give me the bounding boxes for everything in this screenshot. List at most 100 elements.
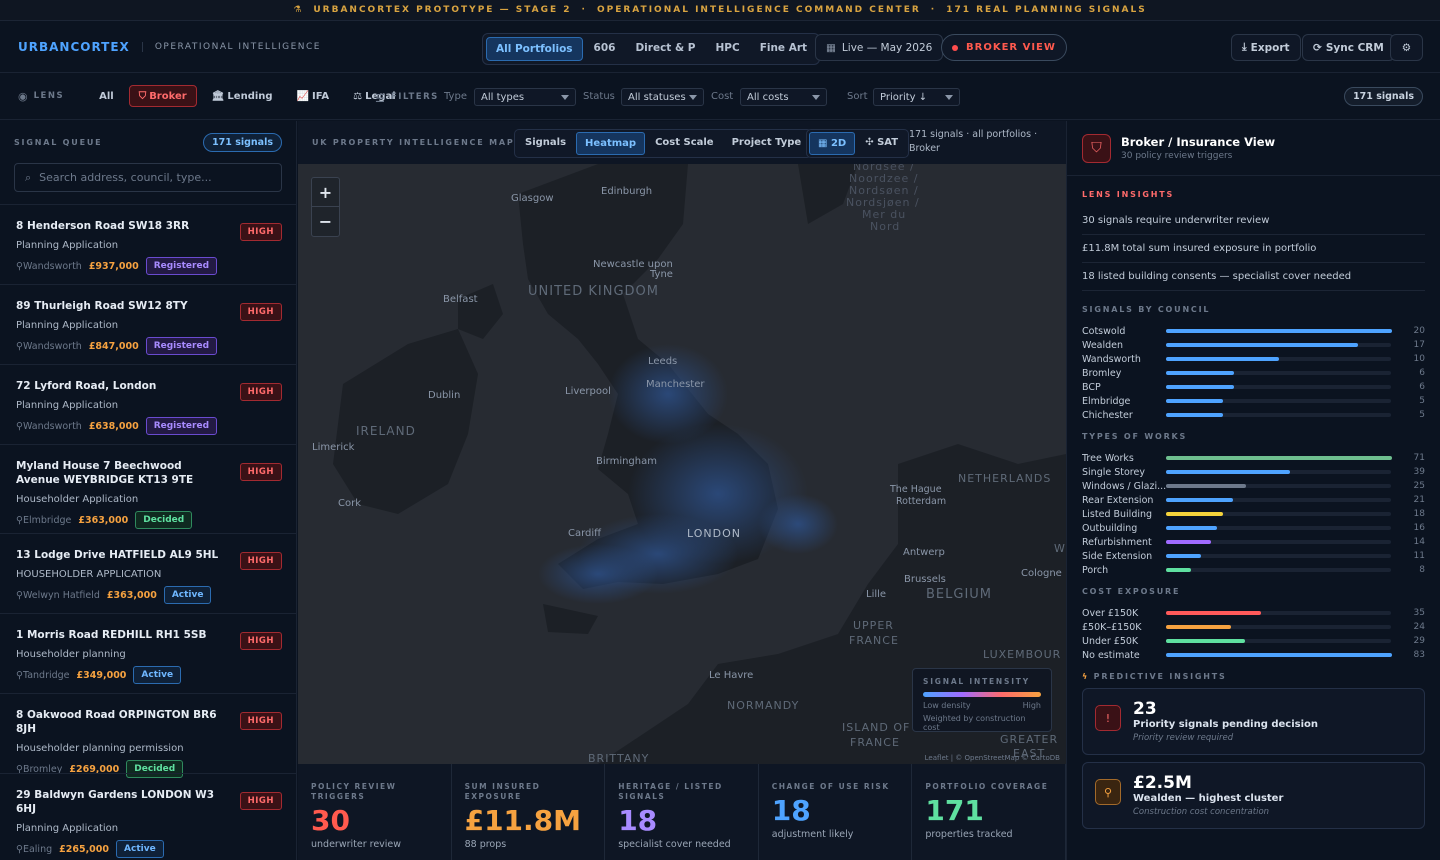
bar-label: Porch <box>1082 564 1109 576</box>
stat-label: CHANGE OF USE RISK <box>771 782 890 791</box>
calendar-icon: ▦ <box>826 41 836 54</box>
map-view-toggle: ▦ 2D ✣ SAT <box>806 129 910 158</box>
map-label-newcastle2: Tyne <box>650 269 673 280</box>
broker-view-badge[interactable]: BROKER VIEW <box>941 34 1067 61</box>
map-label-limerick: Limerick <box>312 442 355 453</box>
sync-crm-button[interactable]: ⟳ Sync CRM <box>1302 34 1395 61</box>
scales-icon: ⚖ <box>353 90 363 102</box>
live-date-selector[interactable]: ▦ Live — May 2026 <box>815 34 944 61</box>
tab-direct-p[interactable]: Direct & P <box>626 37 704 61</box>
map-mode-heatmap[interactable]: Heatmap <box>576 132 646 155</box>
item-type: Planning Application <box>16 240 119 251</box>
map-info-line1: 171 signals · all portfolios · <box>909 129 1038 140</box>
bar-track <box>1165 540 1392 544</box>
priority-badge: HIGH <box>239 303 282 321</box>
view-sat-button[interactable]: ✣ SAT <box>857 132 906 155</box>
map-info-line2: Broker <box>909 143 940 154</box>
bar-count: 8 <box>1419 565 1425 575</box>
type-filter-select[interactable]: All types <box>474 88 576 106</box>
map-label-brussels: Brussels <box>904 574 946 585</box>
bar-label: Windows / Glazi... <box>1082 480 1166 492</box>
map-attribution[interactable]: Leaflet | © OpenStreetMap © CartoDB <box>925 754 1060 762</box>
search-icon: ⌕ <box>25 170 32 184</box>
legend-gradient <box>923 692 1041 697</box>
map-label-glasgow: Glasgow <box>511 193 554 204</box>
bar-track <box>1165 653 1392 657</box>
insight-card[interactable]: ! 23 Priority signals pending decision Prio… <box>1082 688 1425 755</box>
lens-all[interactable]: All <box>90 85 123 107</box>
list-item[interactable]: 1 Morris Road REDHILL RH1 5SB HIGH Househo… <box>0 613 296 693</box>
bar-count: 6 <box>1419 368 1425 378</box>
insight-card[interactable]: ⚲ £2.5M Wealden — highest cluster Construct… <box>1082 762 1425 829</box>
view-sat-label: SAT <box>877 137 899 148</box>
list-item[interactable]: 72 Lyford Road, London HIGH Planning Appli… <box>0 364 296 444</box>
priority-badge: HIGH <box>239 383 282 401</box>
bar-count: 16 <box>1413 523 1425 533</box>
item-price: £265,000 <box>59 843 110 855</box>
banner-part2: OPERATIONAL INTELLIGENCE COMMAND CENTER <box>596 5 921 15</box>
item-address: 89 Thurleigh Road SW12 8TY <box>16 300 188 312</box>
list-item[interactable]: Myland House 7 Beechwood Avenue WEYBRIDG… <box>0 444 296 533</box>
settings-button[interactable]: ⚙ <box>1390 34 1423 61</box>
bar-count: 35 <box>1413 608 1425 618</box>
bar-row: Bromley 6 <box>1082 366 1425 380</box>
item-type: Householder planning permission <box>16 743 184 754</box>
bar-row: Porch 8 <box>1082 563 1425 577</box>
status-badge: Active <box>133 666 182 684</box>
panel-title: Broker / Insurance View <box>1121 135 1276 149</box>
map-mode-project-type[interactable]: Project Type <box>724 132 810 155</box>
lens-ifa[interactable]: 📈 IFA <box>288 85 339 107</box>
tab-fine-art[interactable]: Fine Art <box>751 37 816 61</box>
tab-all-portfolios[interactable]: All Portfolios <box>486 37 583 61</box>
list-item[interactable]: 13 Lodge Drive HATFIELD AL9 5HL HIGH HOUSE… <box>0 533 296 613</box>
bar-row: Side Extension 11 <box>1082 549 1425 563</box>
tab-606[interactable]: 606 <box>585 37 625 61</box>
lens-broker[interactable]: ⛉ Broker <box>128 85 197 107</box>
lens-ifa-label: IFA <box>312 90 330 102</box>
zoom-in-button[interactable]: + <box>312 178 339 207</box>
bar-count: 5 <box>1419 396 1425 406</box>
uk-map[interactable]: Edinburgh Glasgow Newcastle upon Tyne UNITED… <box>298 164 1066 764</box>
location-pin-icon: ⚲ <box>16 340 23 352</box>
sync-label: Sync CRM <box>1325 41 1384 54</box>
legend-low: Low density <box>923 701 971 710</box>
bar-count: 6 <box>1419 382 1425 392</box>
zoom-out-button[interactable]: − <box>312 207 339 236</box>
stat-label: POLICY REVIEW TRIGGERS <box>311 782 397 801</box>
status-filter-label: Status <box>583 91 615 102</box>
satellite-icon: ✣ <box>865 137 878 148</box>
item-council: Ealing <box>22 843 53 855</box>
list-item[interactable]: 8 Henderson Road SW18 3RR HIGH Planning Ap… <box>0 204 296 284</box>
export-button[interactable]: ⤓ Export <box>1231 34 1301 61</box>
list-item[interactable]: 8 Oakwood Road ORPINGTON BR6 8JH HIGH Hous… <box>0 693 296 778</box>
view-2d-button[interactable]: ▦ 2D <box>809 132 856 155</box>
tab-hpc[interactable]: HPC <box>706 37 748 61</box>
bar-label: £50K–£150K <box>1082 621 1142 633</box>
brand-subtitle: OPERATIONAL INTELLIGENCE <box>141 41 321 52</box>
sort-value: Priority ↓ <box>880 91 928 103</box>
cost-filter-value: All costs <box>747 91 789 103</box>
sort-select[interactable]: Priority ↓ <box>873 88 960 106</box>
list-item[interactable]: 89 Thurleigh Road SW12 8TY HIGH Planning A… <box>0 284 296 364</box>
search-input[interactable]: ⌕ Search address, council, type... <box>14 163 282 192</box>
bar-count: 29 <box>1413 636 1425 646</box>
banner-sep: · <box>581 5 587 15</box>
map-label-leeds: Leeds <box>648 356 678 367</box>
cost-filter-select[interactable]: All costs <box>740 88 827 106</box>
bar-fill <box>1165 484 1246 488</box>
brand-logo[interactable]: URBANCORTEX <box>18 40 130 54</box>
map-mode-signals[interactable]: Signals <box>517 132 574 155</box>
item-address: 8 Oakwood Road ORPINGTON BR6 8JH <box>16 709 217 735</box>
signal-queue-count: 171 signals <box>203 132 282 152</box>
list-item[interactable]: 29 Baldwyn Gardens LONDON W3 6HJ HIGH Plan… <box>0 773 296 858</box>
item-price: £638,000 <box>88 420 139 432</box>
map-mode-cost-scale[interactable]: Cost Scale <box>647 132 722 155</box>
filter-bar: ◉ LENS All ⛉ Broker 🏛 Lending 📈 IFA ⚖ Legal … <box>0 73 1440 120</box>
bar-row: Rear Extension 21 <box>1082 493 1425 507</box>
bar-label: Tree Works <box>1082 452 1134 464</box>
lens-lending[interactable]: 🏛 Lending <box>203 85 282 107</box>
map-label-cork: Cork <box>338 498 362 509</box>
map-label-brittany: BRITTANY <box>588 752 650 764</box>
status-filter-select[interactable]: All statuses <box>621 88 704 106</box>
status-filter-value: All statuses <box>628 91 686 103</box>
